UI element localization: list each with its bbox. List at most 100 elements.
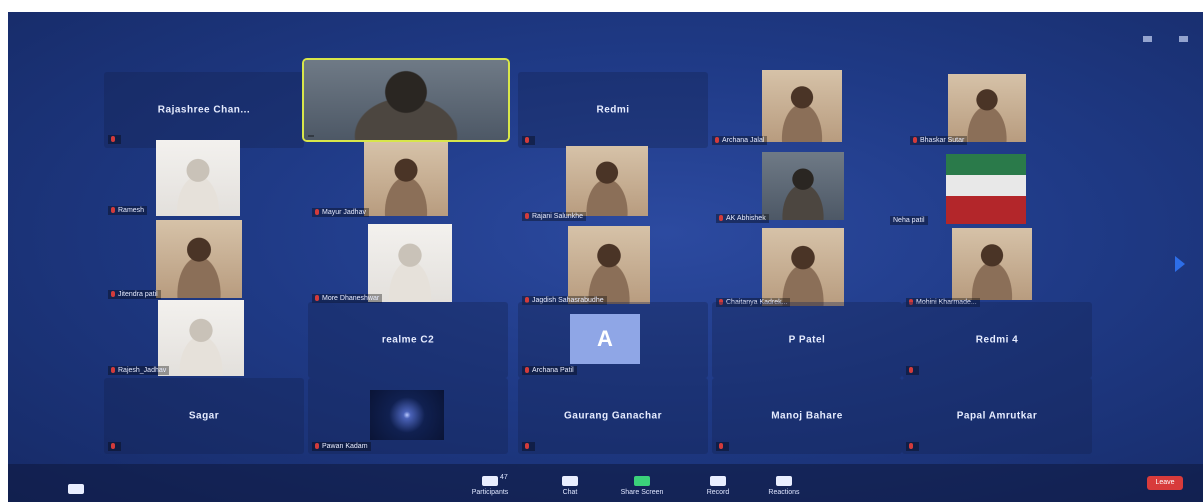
participant-name: Ramesh bbox=[118, 207, 145, 214]
avatar: A bbox=[570, 314, 640, 364]
participant-name: Archana Patil bbox=[532, 367, 574, 374]
mic-muted-icon bbox=[315, 295, 319, 302]
video-feed bbox=[762, 228, 844, 306]
participant-name: More Dhaneshwar bbox=[322, 295, 380, 302]
participant-name: Redmi 4 bbox=[975, 334, 1019, 346]
chat-button[interactable]: Chat bbox=[540, 476, 600, 496]
participant-tile[interactable]: Gaurang Ganachar bbox=[518, 378, 708, 454]
participant-label: Bhaskar Sutar bbox=[910, 136, 968, 145]
participant-label bbox=[906, 366, 919, 375]
participant-tile[interactable]: Redmi bbox=[518, 72, 708, 148]
participant-label: Rajesh_Jadhav bbox=[108, 366, 170, 375]
participant-label bbox=[308, 135, 314, 137]
participant-name: Rajesh_Jadhav bbox=[118, 367, 167, 374]
participant-label: Archana Patil bbox=[522, 366, 577, 375]
mic-muted-icon bbox=[525, 443, 529, 450]
mic-muted-icon bbox=[909, 367, 913, 374]
fullscreen-icon bbox=[1179, 36, 1188, 42]
video-feed bbox=[762, 152, 844, 220]
participant-label bbox=[522, 442, 535, 451]
mic-muted-icon bbox=[111, 443, 115, 450]
participant-label: Pawan Kadam bbox=[312, 442, 371, 451]
participant-tile[interactable]: Chaitanya Kadrek... bbox=[712, 226, 902, 310]
video-feed bbox=[368, 224, 452, 302]
participant-tile[interactable]: Rajashree Chan... bbox=[104, 72, 304, 148]
participant-tile[interactable]: realme C2 bbox=[308, 302, 508, 378]
leave-button[interactable]: Leave bbox=[1147, 476, 1183, 490]
video-feed bbox=[948, 74, 1026, 142]
video-feed bbox=[158, 300, 244, 376]
reactions-button[interactable]: Reactions bbox=[754, 476, 814, 496]
video-feed bbox=[304, 60, 508, 140]
meeting-toolbar: Participants 47 Chat Share Screen Record… bbox=[8, 464, 1203, 502]
participant-tile[interactable]: Archana Jalal bbox=[712, 68, 902, 148]
speaker-view-icon bbox=[1143, 36, 1152, 42]
participant-tile[interactable]: Manoj Bahare bbox=[712, 378, 902, 454]
video-feed bbox=[952, 228, 1032, 300]
mic-muted-icon bbox=[111, 291, 115, 298]
next-page-arrow-icon[interactable] bbox=[1175, 256, 1185, 272]
mic-muted-icon bbox=[525, 367, 529, 374]
video-feed bbox=[364, 142, 448, 216]
video-feed bbox=[762, 70, 842, 142]
participants-button[interactable]: Participants 47 bbox=[460, 474, 520, 496]
participant-name: Manoj Bahare bbox=[771, 410, 843, 422]
participant-tile[interactable]: Jitendra patil bbox=[104, 218, 304, 302]
participant-name: Redmi bbox=[596, 104, 630, 116]
meeting-window: Rajashree Chan... Redmi Archana Jalal Bh… bbox=[8, 12, 1203, 502]
speaker-view-button[interactable] bbox=[1143, 36, 1157, 42]
participant-tile[interactable]: Mayur Jadhav bbox=[308, 140, 508, 220]
participant-label: Rajani Salunkhe bbox=[522, 212, 586, 221]
participant-name: Rajani Salunkhe bbox=[532, 213, 583, 220]
mic-muted-icon bbox=[715, 137, 719, 144]
participant-name: Rajashree Chan... bbox=[157, 104, 251, 116]
record-button[interactable]: Record bbox=[688, 476, 748, 496]
participant-tile[interactable]: More Dhaneshwar bbox=[308, 222, 508, 306]
mic-muted-icon bbox=[315, 209, 319, 216]
mic-muted-icon bbox=[719, 443, 723, 450]
participant-label: Mayur Jadhav bbox=[312, 208, 369, 217]
mic-muted-icon bbox=[525, 213, 529, 220]
participant-name: Bhaskar Sutar bbox=[920, 137, 965, 144]
fullscreen-button[interactable] bbox=[1179, 36, 1193, 42]
participant-tile[interactable]: Papal Amrutkar bbox=[902, 378, 1092, 454]
chat-icon bbox=[562, 476, 578, 486]
participant-label bbox=[108, 442, 121, 451]
participants-count: 47 bbox=[500, 474, 508, 481]
participant-tile[interactable]: Redmi 4 bbox=[902, 302, 1092, 378]
video-feed bbox=[370, 390, 444, 440]
participant-name: Jitendra patil bbox=[118, 291, 158, 298]
reactions-label: Reactions bbox=[768, 489, 800, 496]
participant-tile[interactable]: Ramesh bbox=[104, 138, 304, 218]
participants-icon bbox=[482, 476, 498, 486]
mic-muted-icon bbox=[111, 367, 115, 374]
mic-muted-icon bbox=[719, 215, 723, 222]
mic-muted-icon bbox=[909, 443, 913, 450]
mic-muted-icon bbox=[913, 137, 917, 144]
participant-name: Papal Amrutkar bbox=[956, 410, 1038, 422]
participant-name: Archana Jalal bbox=[722, 137, 765, 144]
share-screen-button[interactable]: Share Screen bbox=[612, 476, 672, 496]
participant-tile[interactable]: Neha patil bbox=[886, 152, 1086, 228]
participant-label: Archana Jalal bbox=[712, 136, 768, 145]
share-screen-icon bbox=[634, 476, 650, 486]
participant-tile-active-speaker[interactable] bbox=[302, 58, 510, 142]
video-control[interactable] bbox=[68, 484, 92, 494]
video-camera-icon bbox=[68, 484, 84, 494]
participant-name: Gaurang Ganachar bbox=[563, 410, 663, 422]
participant-tile[interactable]: P Patel bbox=[712, 302, 902, 378]
view-controls bbox=[1143, 36, 1193, 42]
participant-tile[interactable]: Mohini Kharmade... bbox=[902, 226, 1092, 310]
participant-tile[interactable]: Rajani Salunkhe bbox=[518, 144, 708, 224]
participant-tile[interactable]: Pawan Kadam bbox=[308, 378, 508, 454]
mic-muted-icon bbox=[525, 137, 529, 144]
participant-tile[interactable]: Jagdish Sahasrabudhe bbox=[518, 224, 708, 308]
participant-tile[interactable]: Sagar bbox=[104, 378, 304, 454]
participant-tile[interactable]: Bhaskar Sutar bbox=[906, 72, 1096, 148]
mic-muted-icon bbox=[111, 207, 115, 214]
participant-tile[interactable]: AK Abhishek bbox=[712, 150, 902, 226]
record-icon bbox=[710, 476, 726, 486]
video-feed bbox=[156, 140, 240, 216]
mic-muted-icon bbox=[315, 443, 319, 450]
participant-tile[interactable]: Rajesh_Jadhav bbox=[104, 298, 304, 378]
